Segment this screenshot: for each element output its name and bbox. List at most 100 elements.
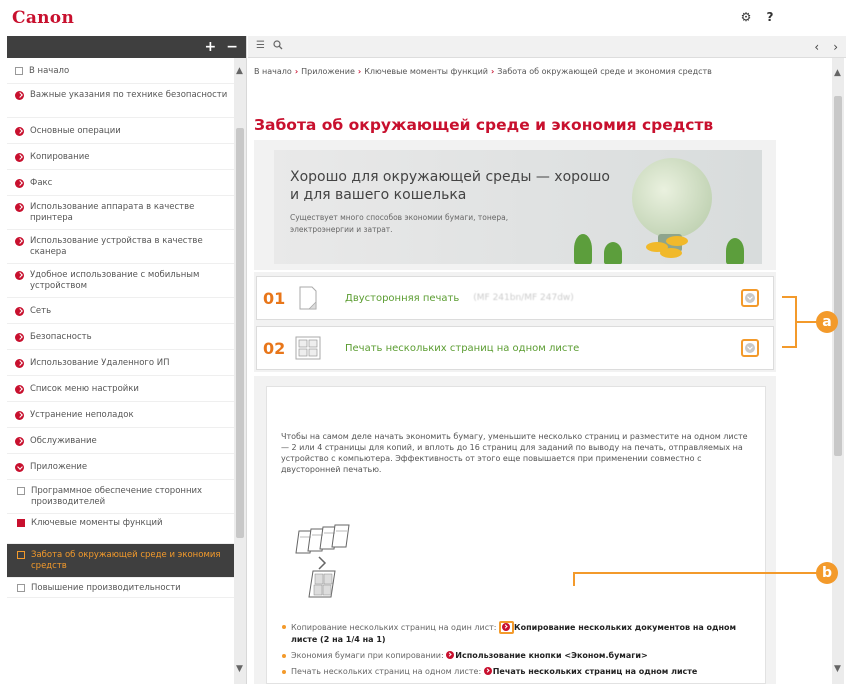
expand-all-icon[interactable]: +	[205, 39, 217, 55]
sidebar-item-label: Сеть	[30, 306, 52, 316]
sidebar-item-label: Факс	[30, 178, 53, 188]
sidebar-item[interactable]: Удобное использование с мобильным устрой…	[7, 264, 235, 298]
n-up-illustration	[291, 521, 371, 605]
chevron-right-icon	[15, 359, 24, 368]
list-item: Копирование нескольких страниц на один л…	[281, 621, 751, 645]
page-icon	[17, 584, 25, 592]
scroll-up-icon[interactable]: ▲	[834, 68, 841, 78]
sidebar-item[interactable]: Факс	[7, 170, 235, 196]
tree-illustration	[574, 234, 592, 264]
scrollbar-thumb[interactable]	[236, 128, 244, 538]
sidebar-item[interactable]: Обслуживание	[7, 428, 235, 454]
breadcrumb-link[interactable]: В начало	[254, 67, 292, 76]
callout-line	[573, 572, 575, 586]
sidebar-item[interactable]: Повышение производительности	[7, 578, 235, 598]
chevron-right-icon	[15, 127, 24, 136]
sidebar-scrollbar[interactable]: ▲ ▼	[234, 58, 246, 684]
feature-label[interactable]: Печать нескольких страниц на одном листе	[345, 343, 579, 354]
sidebar-item[interactable]: Основные операции	[7, 118, 235, 144]
feature-label[interactable]: Двусторонняя печать	[345, 293, 459, 304]
help-icon[interactable]: ?	[764, 10, 776, 24]
expand-button[interactable]	[741, 339, 759, 357]
chevron-right-icon	[15, 91, 24, 100]
sidebar-item[interactable]: Приложение	[7, 454, 235, 480]
chevron-right-icon	[15, 203, 24, 212]
sidebar-nav: В начало Важные указания по технике безоп…	[7, 58, 235, 684]
sidebar-item-label: Ключевые моменты функций	[31, 518, 163, 528]
feature-n-up[interactable]: 02 Печать нескольких страниц на одном ли…	[256, 326, 774, 370]
breadcrumb-link[interactable]: Приложение	[301, 67, 355, 76]
sidebar-item-label: Важные указания по технике безопасности	[30, 90, 228, 100]
next-page-icon[interactable]: ›	[833, 40, 838, 54]
scroll-up-icon[interactable]: ▲	[236, 66, 243, 76]
breadcrumb-link[interactable]: Ключевые моменты функций	[364, 67, 488, 76]
chevron-down-icon	[15, 463, 24, 472]
sidebar-item[interactable]: Важные указания по технике безопасности	[7, 84, 235, 118]
sidebar-header: + −	[7, 36, 246, 58]
chevron-right-icon	[15, 271, 24, 280]
breadcrumb-current: Забота об окружающей среде и экономия ср…	[497, 67, 712, 76]
sidebar-item-label: Удобное использование с мобильным устрой…	[30, 270, 200, 291]
sidebar-item[interactable]: Список меню настройки	[7, 376, 235, 402]
sidebar-item[interactable]: Забота об окружающей среде и экономия ср…	[7, 544, 235, 578]
link-arrow-icon	[502, 623, 511, 631]
help-link[interactable]: Использование кнопки <Эконом.бумаги>	[455, 651, 647, 660]
sidebar-item-label: Программное обеспечение сторонних произв…	[31, 486, 203, 507]
sidebar-item-label: Список меню настройки	[30, 384, 139, 394]
list-item: Экономия бумаги при копировании: Использ…	[281, 650, 751, 661]
scrollbar-thumb[interactable]	[834, 96, 842, 456]
feature-note: (MF 241bn/MF 247dw)	[473, 293, 574, 303]
callout-line	[782, 296, 796, 298]
collapse-all-icon[interactable]: −	[226, 39, 238, 55]
chevron-right-icon	[15, 307, 24, 316]
settings-icon[interactable]: ⚙	[740, 10, 752, 24]
coin-illustration	[666, 236, 688, 246]
page-icon	[17, 487, 25, 495]
detail-bullets: Копирование нескольких страниц на один л…	[281, 621, 751, 682]
callout-line	[573, 572, 817, 574]
prev-page-icon[interactable]: ‹	[814, 40, 819, 54]
hero-banner: Хорошо для окружающей среды — хорошо и д…	[274, 150, 762, 264]
canon-logo: Canon	[12, 8, 75, 28]
sidebar-item[interactable]: В начало	[7, 58, 235, 84]
sidebar-item[interactable]: Использование аппарата в качестве принте…	[7, 196, 235, 230]
feature-number: 01	[263, 288, 286, 308]
top-bar: Canon ⚙ ?	[0, 0, 846, 36]
tree-illustration	[604, 242, 622, 264]
expand-button[interactable]	[741, 289, 759, 307]
sidebar-item-label: Использование Удаленного ИП	[30, 358, 170, 368]
chevron-right-icon	[15, 437, 24, 446]
help-link[interactable]: Печать нескольких страниц на одном листе	[493, 667, 698, 676]
sidebar-item[interactable]: Безопасность	[7, 324, 235, 350]
top-icons: ⚙ ?	[740, 10, 776, 24]
sidebar-item[interactable]: Копирование	[7, 144, 235, 170]
chevron-right-icon	[15, 153, 24, 162]
feature-duplex[interactable]: 01 Двусторонняя печать (MF 241bn/MF 247d…	[256, 276, 774, 320]
content-scrollbar[interactable]: ▲ ▼	[832, 58, 844, 684]
sidebar-item-label: Копирование	[30, 152, 90, 162]
main-content: ☰ ‹ › ▲ ▼ В начало › Приложение › Ключевые м…	[248, 36, 846, 684]
sidebar: + − В начало Важные указания по технике б…	[7, 36, 247, 684]
help-page: Canon ⚙ ? + − В начало Важные указания по…	[0, 0, 846, 684]
sidebar-item-label: Повышение производительности	[31, 583, 181, 593]
chevron-right-icon	[15, 237, 24, 246]
sidebar-item-label: Безопасность	[30, 332, 92, 342]
coin-illustration	[660, 248, 682, 258]
sidebar-item[interactable]: Сеть	[7, 298, 235, 324]
scroll-down-icon[interactable]: ▼	[834, 664, 841, 674]
sidebar-item[interactable]: Ключевые моменты функций	[7, 514, 235, 544]
hero-text: Существует много способов экономии бумаг…	[290, 213, 509, 234]
chevron-right-icon	[15, 411, 24, 420]
sidebar-item[interactable]: Устранение неполадок	[7, 402, 235, 428]
sidebar-item[interactable]: Программное обеспечение сторонних произв…	[7, 480, 235, 514]
link-highlight[interactable]	[499, 621, 515, 634]
link-arrow-icon	[446, 651, 455, 659]
search-icon[interactable]	[273, 40, 283, 53]
n-up-pages-icon	[293, 334, 323, 362]
scroll-down-icon[interactable]: ▼	[236, 664, 243, 674]
sidebar-item[interactable]: Использование Удаленного ИП	[7, 350, 235, 376]
content-toolbar: ☰ ‹ ›	[248, 36, 846, 58]
sidebar-item-label: Использование аппарата в качестве принте…	[30, 202, 195, 223]
list-icon[interactable]: ☰	[256, 40, 265, 53]
sidebar-item[interactable]: Использование устройства в качестве скан…	[7, 230, 235, 264]
